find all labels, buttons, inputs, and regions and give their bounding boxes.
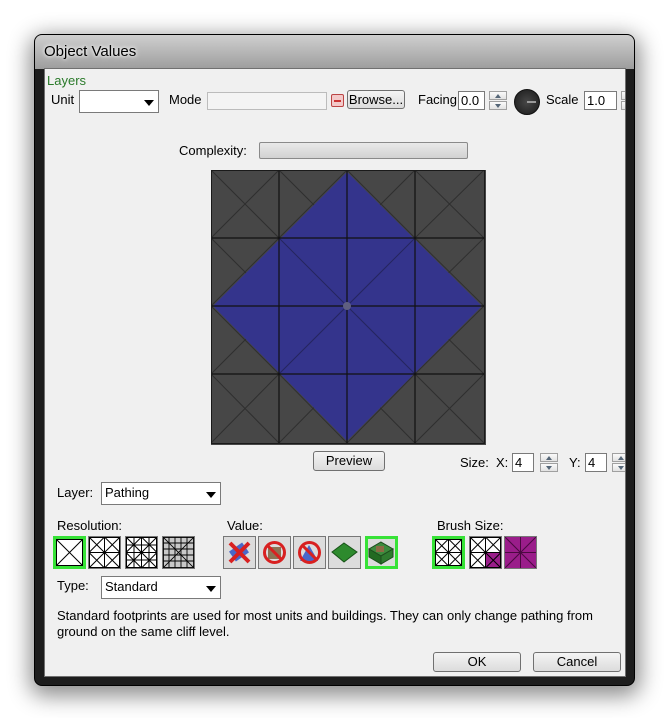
resolution-3-button[interactable] [125,536,158,569]
no-pathing-icon [298,541,321,564]
size-y-label: Y: [569,455,581,470]
remove-x-icon [228,541,251,564]
unit-dropdown[interactable] [79,90,159,113]
grid-2x2-icon [88,536,121,569]
value-no-path-button[interactable] [293,536,326,569]
scale-input[interactable]: 1.0 [584,91,617,110]
grid-1x1-icon [55,538,84,567]
complexity-bar [259,142,468,159]
grid-3x3-icon [125,536,158,569]
size-x-input[interactable]: 4 [512,453,534,472]
type-value: Standard [105,579,158,594]
mode-label: Mode [169,92,202,107]
value-no-build-button[interactable] [258,536,291,569]
ok-button[interactable]: OK [433,652,521,672]
cancel-button[interactable]: Cancel [533,652,621,672]
window-title: Object Values [44,43,137,60]
resolution-1-button[interactable] [53,536,86,569]
size-label: Size: [460,455,489,470]
size-x-spinner[interactable] [540,453,558,473]
resolution-4-button[interactable] [162,536,195,569]
title-bar[interactable]: Object Values [35,35,634,69]
facing-label: Facing [418,92,458,107]
chevron-down-icon [206,491,216,498]
chevron-down-icon [206,585,216,592]
dialog-window: Object Values Layers Unit Mode Browse...… [34,34,635,686]
value-clear-button[interactable] [223,536,256,569]
scale-spinner[interactable] [621,91,625,111]
browse-button[interactable]: Browse... [347,90,405,109]
facing-spinner[interactable] [489,91,507,111]
layer-value: Pathing [105,485,150,500]
clear-mode-icon[interactable] [331,94,344,107]
type-label: Type: [57,578,89,593]
size-x-label: X: [496,455,509,470]
footprint-canvas[interactable] [211,170,486,445]
brush-size-label: Brush Size: [437,518,504,533]
scale-label: Scale [546,92,579,107]
value-ground-button[interactable] [328,536,361,569]
dialog-client-area: Layers Unit Mode Browse... Facing 0.0 Sc… [44,68,626,677]
brush-small-button[interactable] [432,536,465,569]
brush-medium-button[interactable] [469,536,502,569]
unit-label: Unit [51,92,75,107]
layer-dropdown[interactable]: Pathing [101,482,221,505]
mode-field [207,92,327,110]
value-label: Value: [227,518,263,533]
grid-4x4-icon [162,536,195,569]
building-icon [368,541,394,565]
facing-input[interactable]: 0.0 [458,91,485,110]
size-y-input[interactable]: 4 [585,453,607,472]
brush-large-button[interactable] [504,536,537,569]
layer-label: Layer: [57,485,94,500]
brush-large-icon [504,536,537,569]
type-dropdown[interactable]: Standard [101,576,221,599]
brush-small-icon [434,538,463,567]
preview-button[interactable]: Preview [313,451,385,471]
facing-dial-icon[interactable] [514,89,540,115]
resolution-2-button[interactable] [88,536,121,569]
type-description: Standard footprints are used for most un… [57,608,593,639]
size-y-spinner[interactable] [612,453,625,473]
complexity-label: Complexity: [179,143,247,158]
chevron-down-icon [144,99,154,106]
layers-heading: Layers [47,73,87,88]
resolution-label: Resolution: [57,518,123,533]
no-build-icon [263,541,286,564]
brush-medium-icon [469,536,502,569]
value-building-button[interactable] [365,536,398,569]
ground-tile-icon [331,542,358,563]
